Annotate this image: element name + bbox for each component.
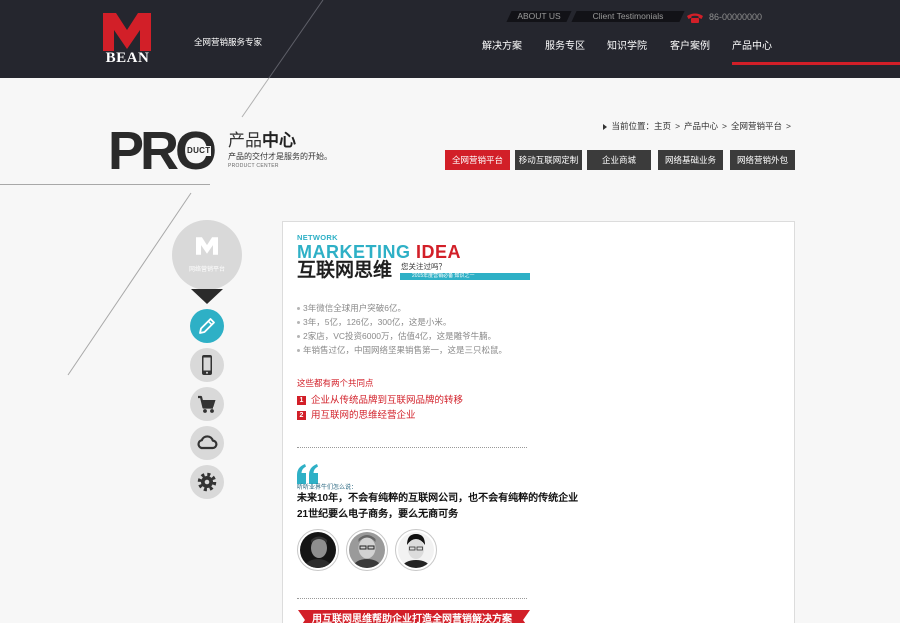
page-title: 产品中心 — [228, 131, 296, 151]
gear-icon — [197, 472, 217, 492]
active-nav-underline — [732, 62, 900, 65]
client-testimonials-link[interactable]: Client Testimonials — [571, 11, 685, 22]
breadcrumb-item-products[interactable]: 产品中心 — [684, 121, 718, 132]
pencil-icon — [199, 318, 215, 334]
triangle-right-icon — [602, 123, 607, 130]
article-kicker: NETWORK — [297, 233, 338, 242]
nav-item-services[interactable]: 服务专区 — [545, 40, 585, 54]
nav-item-products[interactable]: 产品中心 — [732, 40, 772, 54]
about-us-label[interactable]: ABOUT US — [509, 11, 569, 22]
sidebar-item-settings[interactable] — [190, 465, 224, 499]
logo-name[interactable]: BEAN — [103, 50, 152, 66]
breadcrumb-separator: > — [722, 121, 728, 131]
tab-marketing-outsourcing[interactable]: 网络营销外包 — [730, 150, 795, 170]
tab-network-basics[interactable]: 网络基础业务 — [658, 150, 723, 170]
page-subtitle: 产品的交付才是服务的开始。 — [228, 152, 332, 161]
common-point: 2 用互联网的思维经营企业 — [297, 408, 416, 423]
breadcrumb-separator: > — [675, 121, 681, 131]
portrait-avatar[interactable] — [395, 529, 437, 571]
quote-line: 未来10年，不会有纯粹的互联网公司，也不会有纯粹的传统企业 — [297, 493, 579, 504]
list-item: 3年，5亿，126亿，300亿，这是小米。 — [297, 315, 507, 329]
bullet-icon — [297, 348, 300, 352]
tab-marketing-platform[interactable]: 全网营销平台 — [445, 150, 510, 170]
sidebar-item-cart[interactable] — [190, 387, 224, 421]
bullet-icon — [297, 334, 300, 338]
point-text: 企业从传统品牌到互联网品牌的转移 — [311, 395, 464, 406]
sidebar-item-mobile[interactable] — [190, 348, 224, 382]
breadcrumb-separator: > — [786, 121, 791, 131]
shopping-cart-icon — [198, 395, 216, 413]
solution-banner[interactable]: 用互联网思维帮助企业打造全网营销解决方案 — [298, 610, 530, 623]
mobile-phone-icon — [202, 355, 212, 375]
headline-word-marketing: MARKETING — [297, 242, 411, 262]
quote-intro: 听听业界牛们怎么说： — [297, 485, 358, 491]
page-title-bold: 中心 — [262, 131, 296, 150]
logo-mark-icon[interactable] — [103, 13, 151, 51]
portrait-avatar[interactable] — [297, 529, 339, 571]
client-testimonials-label[interactable]: Client Testimonials — [574, 11, 682, 22]
fact-text: 2家店，VC投资6000万，估值4亿，这是雕爷牛腩。 — [303, 331, 497, 341]
badge-label: 网络营销平台 — [188, 267, 225, 273]
list-item: 3年微信全球用户突破6亿。 — [297, 301, 507, 315]
breadcrumb-item-home[interactable]: 主页 — [654, 121, 671, 132]
common-points-title: 这些都有两个共同点 — [297, 378, 374, 388]
point-number: 2 — [297, 411, 306, 420]
fact-text: 3年，5亿，126亿，300亿，这是小米。 — [303, 317, 452, 327]
breadcrumb-item-current[interactable]: 全网营销平台 — [731, 121, 782, 132]
sidebar-item-cloud[interactable] — [190, 426, 224, 460]
portrait-avatar[interactable] — [346, 529, 388, 571]
point-number: 1 — [297, 396, 306, 405]
nav-item-academy[interactable]: 知识学院 — [607, 40, 647, 54]
facts-list: 3年微信全球用户突破6亿。 3年，5亿，126亿，300亿，这是小米。 2家店，… — [297, 301, 507, 357]
badge-pointer-icon — [191, 289, 223, 304]
page-title-light: 产品 — [228, 131, 262, 150]
quote-icon — [297, 464, 318, 484]
article-panel: NETWORK MARKETING IDEA 互联网思维 您关注过吗？ 2015… — [282, 221, 795, 623]
list-item: 年销售过亿，中国网络坚果销售第一，这是三只松鼠。 — [297, 343, 507, 357]
tab-enterprise-mall[interactable]: 企业商城 — [587, 150, 651, 170]
nav-item-cases[interactable]: 客户案例 — [670, 40, 710, 54]
page-caption: PRODUCT CENTER — [228, 163, 279, 169]
quote-line: 21世纪要么电子商务，要么无商可务 — [297, 509, 459, 520]
nav-item-solutions[interactable]: 解决方案 — [482, 40, 522, 54]
article-question: 您关注过吗？ — [401, 262, 446, 271]
article-tag-bar: 2015年度营销必备 知识之一 — [400, 273, 530, 280]
about-us-link[interactable]: ABOUT US — [506, 11, 572, 22]
list-item: 2家店，VC投资6000万，估值4亿，这是雕爷牛腩。 — [297, 329, 507, 343]
article-headline-cn: 互联网思维 — [297, 260, 393, 281]
article-headline-en: MARKETING IDEA — [297, 243, 461, 261]
headline-word-idea: IDEA — [416, 242, 462, 262]
fact-text: 3年微信全球用户突破6亿。 — [303, 303, 406, 313]
slogan: 全网营销服务专家 — [194, 37, 263, 47]
breadcrumb-label: 当前位置： — [611, 121, 655, 131]
sidebar-badge: 网络营销平台 — [172, 220, 242, 290]
point-text: 用互联网的思维经营企业 — [311, 410, 416, 421]
phone-number: 86-00000000 — [709, 12, 763, 22]
bullet-icon — [297, 320, 300, 324]
cloud-icon — [197, 435, 218, 450]
dotted-divider — [297, 447, 527, 448]
tab-mobile-custom[interactable]: 移动互联网定制 — [515, 150, 582, 170]
top-header: BEAN 全网营销服务专家 ABOUT US Client Testimonia… — [0, 0, 900, 78]
fact-text: 年销售过亿，中国网络坚果销售第一，这是三只松鼠。 — [303, 345, 508, 355]
dotted-divider — [297, 598, 527, 599]
badge-logo-icon — [196, 237, 218, 255]
phone-icon — [687, 13, 703, 23]
product-logo-small-word: DUCT — [186, 146, 212, 156]
sidebar-item-pencil[interactable] — [190, 309, 224, 343]
common-point: 1 企业从传统品牌到互联网品牌的转移 — [297, 393, 463, 408]
bullet-icon — [297, 306, 300, 310]
breadcrumb: 当前位置： 主页 > 产品中心 > 全网营销平台 > — [602, 121, 795, 132]
